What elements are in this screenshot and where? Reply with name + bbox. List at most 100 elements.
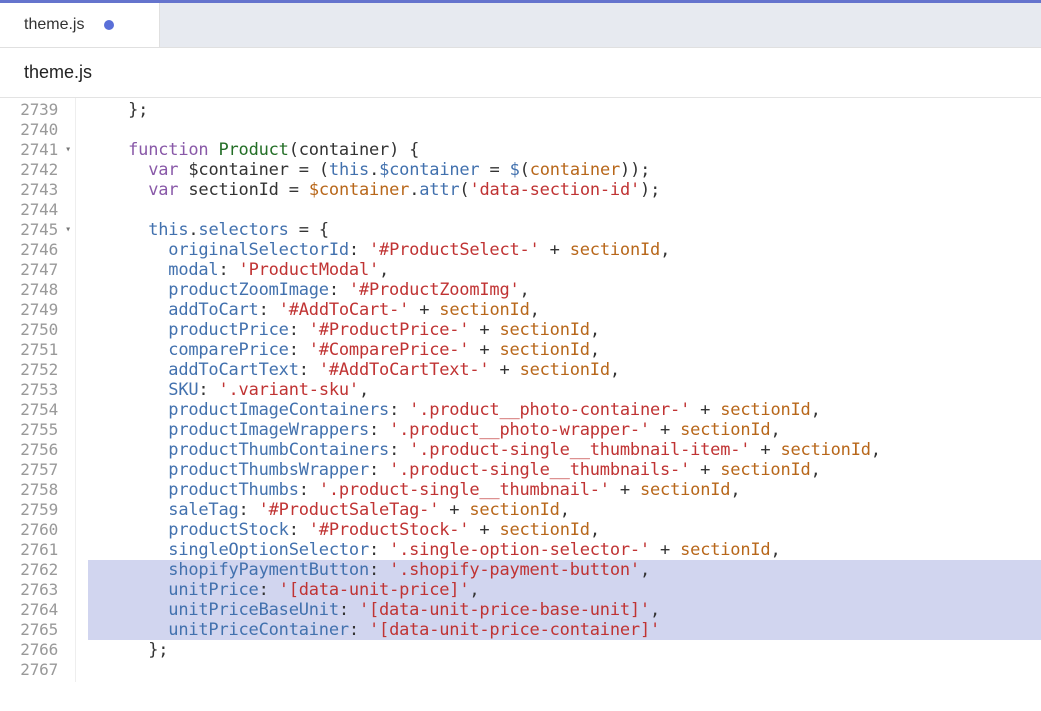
code-line[interactable]: shopifyPaymentButton: '.shopify-payment-…	[88, 560, 1041, 580]
token-op: +	[550, 240, 560, 260]
gutter-line[interactable]: 2751	[0, 340, 75, 360]
line-number: 2767	[20, 660, 58, 680]
gutter-line[interactable]: 2765	[0, 620, 75, 640]
token-prop: productThumbContainers	[168, 440, 389, 460]
gutter-line[interactable]: 2746	[0, 240, 75, 260]
code-editor[interactable]: 273927402741▾2742274327442745▾2746274727…	[0, 98, 1041, 682]
code-line[interactable]: addToCartText: '#AddToCartText-' + secti…	[88, 360, 1041, 380]
token-str: '.product-single__thumbnails-'	[389, 460, 690, 480]
token-prop: unitPriceBaseUnit	[168, 600, 339, 620]
token-punc: :	[239, 500, 259, 520]
code-line[interactable]: var sectionId = $container.attr('data-se…	[88, 180, 1041, 200]
token-space	[690, 460, 700, 480]
gutter-line[interactable]: 2742	[0, 160, 75, 180]
gutter-line[interactable]: 2739	[0, 100, 75, 120]
gutter-line[interactable]: 2748	[0, 280, 75, 300]
token-punc: ,	[660, 240, 670, 260]
token-str: '.product-single__thumbnail-'	[319, 480, 610, 500]
code-line[interactable]: productThumbContainers: '.product-single…	[88, 440, 1041, 460]
gutter-line[interactable]: 2741▾	[0, 140, 75, 160]
code-line[interactable]: modal: 'ProductModal',	[88, 260, 1041, 280]
gutter-line[interactable]: 2740	[0, 120, 75, 140]
token-prop: $	[510, 160, 520, 180]
token-str: '.shopify-payment-button'	[389, 560, 640, 580]
code-line[interactable]: productImageWrappers: '.product__photo-w…	[88, 420, 1041, 440]
code-line[interactable]: this.selectors = {	[88, 220, 1041, 240]
gutter-line[interactable]: 2753	[0, 380, 75, 400]
gutter-line[interactable]: 2766	[0, 640, 75, 660]
token-space	[510, 360, 520, 380]
code-line[interactable]: };	[88, 640, 1041, 660]
line-number: 2743	[20, 180, 58, 200]
gutter-line[interactable]: 2745▾	[0, 220, 75, 240]
token-punc: ,	[811, 460, 821, 480]
gutter-line[interactable]: 2758	[0, 480, 75, 500]
line-number: 2758	[20, 480, 58, 500]
code-line[interactable]: productImageContainers: '.product__photo…	[88, 400, 1041, 420]
token-prop: selectors	[198, 220, 288, 240]
gutter-line[interactable]: 2761	[0, 540, 75, 560]
gutter-line[interactable]: 2760	[0, 520, 75, 540]
gutter-line[interactable]: 2764	[0, 600, 75, 620]
code-line[interactable]: function Product(container) {	[88, 140, 1041, 160]
code-line[interactable]	[88, 660, 1041, 680]
code-line[interactable]: addToCart: '#AddToCart-' + sectionId,	[88, 300, 1041, 320]
token-punc: :	[369, 560, 389, 580]
code-area[interactable]: }; function Product(container) { var $co…	[76, 98, 1041, 682]
code-line[interactable]: unitPriceBaseUnit: '[data-unit-price-bas…	[88, 600, 1041, 620]
token-var: sectionId	[499, 320, 589, 340]
fold-chevron-icon[interactable]: ▾	[60, 220, 71, 240]
token-punc: ,	[520, 280, 530, 300]
code-line[interactable]: SKU: '.variant-sku',	[88, 380, 1041, 400]
tab-theme-js[interactable]: theme.js	[0, 3, 160, 47]
gutter-line[interactable]: 2756	[0, 440, 75, 460]
code-line[interactable]	[88, 200, 1041, 220]
code-line[interactable]: productPrice: '#ProductPrice-' + section…	[88, 320, 1041, 340]
gutter-line[interactable]: 2767	[0, 660, 75, 680]
gutter-line[interactable]: 2747	[0, 260, 75, 280]
code-line[interactable]: unitPrice: '[data-unit-price]',	[88, 580, 1041, 600]
gutter-line[interactable]: 2749	[0, 300, 75, 320]
code-line[interactable]: productThumbsWrapper: '.product-single__…	[88, 460, 1041, 480]
line-number-gutter[interactable]: 273927402741▾2742274327442745▾2746274727…	[0, 98, 76, 682]
token-space	[469, 320, 479, 340]
gutter-line[interactable]: 2759	[0, 500, 75, 520]
gutter-line[interactable]: 2757	[0, 460, 75, 480]
token-punc: .	[188, 220, 198, 240]
code-line[interactable]: unitPriceContainer: '[data-unit-price-co…	[88, 620, 1041, 640]
fold-chevron-icon[interactable]: ▾	[60, 140, 71, 160]
code-line[interactable]	[88, 120, 1041, 140]
gutter-line[interactable]: 2754	[0, 400, 75, 420]
token-punc: };	[148, 640, 168, 660]
code-line[interactable]: productZoomImage: '#ProductZoomImg',	[88, 280, 1041, 300]
gutter-line[interactable]: 2762	[0, 560, 75, 580]
gutter-line[interactable]: 2743	[0, 180, 75, 200]
code-line[interactable]: comparePrice: '#ComparePrice-' + section…	[88, 340, 1041, 360]
gutter-line[interactable]: 2744	[0, 200, 75, 220]
gutter-line[interactable]: 2763	[0, 580, 75, 600]
line-number: 2763	[20, 580, 58, 600]
token-punc: ) {	[389, 140, 419, 160]
token-punc: ,	[640, 560, 650, 580]
code-line[interactable]: originalSelectorId: '#ProductSelect-' + …	[88, 240, 1041, 260]
token-punc: ,	[560, 500, 570, 520]
token-str: 'ProductModal'	[239, 260, 380, 280]
code-line[interactable]: var $container = (this.$container = $(co…	[88, 160, 1041, 180]
token-space	[178, 180, 188, 200]
token-space	[299, 180, 309, 200]
code-line[interactable]: productStock: '#ProductStock-' + section…	[88, 520, 1041, 540]
line-number: 2742	[20, 160, 58, 180]
token-space	[610, 480, 620, 500]
gutter-line[interactable]: 2752	[0, 360, 75, 380]
token-punc: :	[389, 440, 409, 460]
line-number: 2748	[20, 280, 58, 300]
code-line[interactable]: };	[88, 100, 1041, 120]
line-number: 2754	[20, 400, 58, 420]
token-space	[750, 440, 760, 460]
code-line[interactable]: saleTag: '#ProductSaleTag-' + sectionId,	[88, 500, 1041, 520]
code-line[interactable]: productThumbs: '.product-single__thumbna…	[88, 480, 1041, 500]
gutter-line[interactable]: 2755	[0, 420, 75, 440]
token-str: '.product__photo-wrapper-'	[389, 420, 650, 440]
gutter-line[interactable]: 2750	[0, 320, 75, 340]
code-line[interactable]: singleOptionSelector: '.single-option-se…	[88, 540, 1041, 560]
